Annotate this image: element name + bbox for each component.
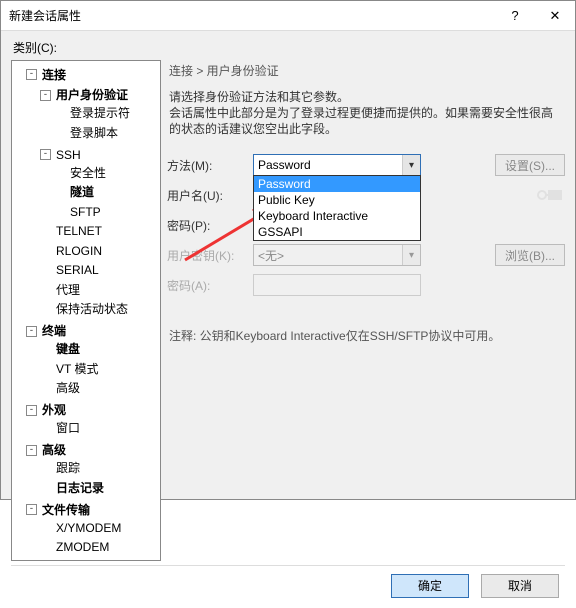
method-option-publickey[interactable]: Public Key <box>254 192 420 208</box>
close-button[interactable]: ✕ <box>535 1 575 31</box>
chevron-down-icon: ▾ <box>402 245 420 265</box>
window-title: 新建会话属性 <box>9 7 495 24</box>
description: 请选择身份验证方法和其它参数。 会话属性中此部分是为了登录过程更便捷而提供的。如… <box>169 89 563 137</box>
category-label: 类别(C): <box>13 39 565 56</box>
settings-button[interactable]: 设置(S)... <box>495 154 565 176</box>
ok-button[interactable]: 确定 <box>391 574 469 598</box>
right-panel: 连接 > 用户身份验证 请选择身份验证方法和其它参数。 会话属性中此部分是为了登… <box>167 60 565 561</box>
method-select-value: Password <box>258 158 311 172</box>
userkey-value: <无> <box>258 247 284 264</box>
tree-adv-term[interactable]: 高级 <box>56 379 80 397</box>
method-option-gssapi[interactable]: GSSAPI <box>254 224 420 240</box>
desc-line2: 会话属性中此部分是为了登录过程更便捷而提供的。如果需要安全性很高的状态的话建议您… <box>169 105 563 137</box>
main-row: -连接 -用户身份验证 登录提示符 登录脚本 -SSH 安全性 <box>11 60 565 561</box>
tree-keepalive[interactable]: 保持活动状态 <box>56 300 128 318</box>
method-select[interactable]: Password ▾ <box>253 154 421 176</box>
tree-connection[interactable]: 连接 <box>42 66 66 84</box>
tree-proxy[interactable]: 代理 <box>56 281 80 299</box>
tree-vt[interactable]: VT 模式 <box>56 360 98 378</box>
passphrase-input <box>253 274 421 296</box>
tree-user-auth[interactable]: 用户身份验证 <box>56 86 128 104</box>
help-button[interactable]: ? <box>495 1 535 31</box>
chevron-down-icon[interactable]: ▾ <box>402 155 420 175</box>
method-option-keyboard[interactable]: Keyboard Interactive <box>254 208 420 224</box>
tree-telnet[interactable]: TELNET <box>56 222 102 240</box>
note-text: 注释: 公钥和Keyboard Interactive仅在SSH/SFTP协议中… <box>169 327 565 344</box>
row-passphrase: 密码(A): <box>167 273 565 297</box>
breadcrumb: 连接 > 用户身份验证 <box>169 62 565 79</box>
tree-window[interactable]: 窗口 <box>56 419 80 437</box>
label-userkey: 用户密钥(K): <box>167 247 253 264</box>
tree-ssh[interactable]: SSH <box>56 146 81 164</box>
userkey-select: <无> ▾ <box>253 244 421 266</box>
tree-tunnel[interactable]: 隧道 <box>70 183 94 201</box>
row-userkey: 用户密钥(K): <无> ▾ 浏览(B)... <box>167 243 565 267</box>
tree-trace[interactable]: 跟踪 <box>56 459 80 477</box>
tree-terminal[interactable]: 终端 <box>42 322 66 340</box>
content-area: 类别(C): -连接 -用户身份验证 登录提示符 登录脚本 -SSH <box>1 31 575 608</box>
tree-security[interactable]: 安全性 <box>70 164 106 182</box>
desc-line1: 请选择身份验证方法和其它参数。 <box>169 89 563 105</box>
cancel-button[interactable]: 取消 <box>481 574 559 598</box>
label-passphrase: 密码(A): <box>167 277 253 294</box>
key-icon <box>533 184 565 206</box>
tree-sftp[interactable]: SFTP <box>70 203 101 221</box>
tree-rlogin[interactable]: RLOGIN <box>56 242 102 260</box>
dialog-window: 新建会话属性 ? ✕ 类别(C): -连接 -用户身份验证 登录提示符 登录脚本 <box>0 0 576 500</box>
label-password: 密码(P): <box>167 217 253 234</box>
tree-logging[interactable]: 日志记录 <box>56 479 104 497</box>
tree-advanced[interactable]: 高级 <box>42 441 66 459</box>
label-method: 方法(M): <box>167 157 253 174</box>
label-username: 用户名(U): <box>167 187 253 204</box>
tree-xymodem[interactable]: X/YMODEM <box>56 519 121 537</box>
titlebar: 新建会话属性 ? ✕ <box>1 1 575 31</box>
tree-login-prompt[interactable]: 登录提示符 <box>70 104 130 122</box>
tree-keyboard[interactable]: 键盘 <box>56 340 80 358</box>
method-option-password[interactable]: Password <box>254 176 420 192</box>
row-method: 方法(M): Password ▾ Password Public Key Ke… <box>167 153 565 177</box>
tree-serial[interactable]: SERIAL <box>56 261 99 279</box>
category-tree[interactable]: -连接 -用户身份验证 登录提示符 登录脚本 -SSH 安全性 <box>11 60 161 561</box>
tree-appearance[interactable]: 外观 <box>42 401 66 419</box>
dialog-buttons: 确定 取消 <box>11 565 565 598</box>
tree-filetransfer[interactable]: 文件传输 <box>42 501 90 519</box>
tree-login-script[interactable]: 登录脚本 <box>70 124 118 142</box>
tree-zmodem[interactable]: ZMODEM <box>56 538 109 556</box>
method-dropdown[interactable]: Password Public Key Keyboard Interactive… <box>253 175 421 241</box>
browse-button: 浏览(B)... <box>495 244 565 266</box>
